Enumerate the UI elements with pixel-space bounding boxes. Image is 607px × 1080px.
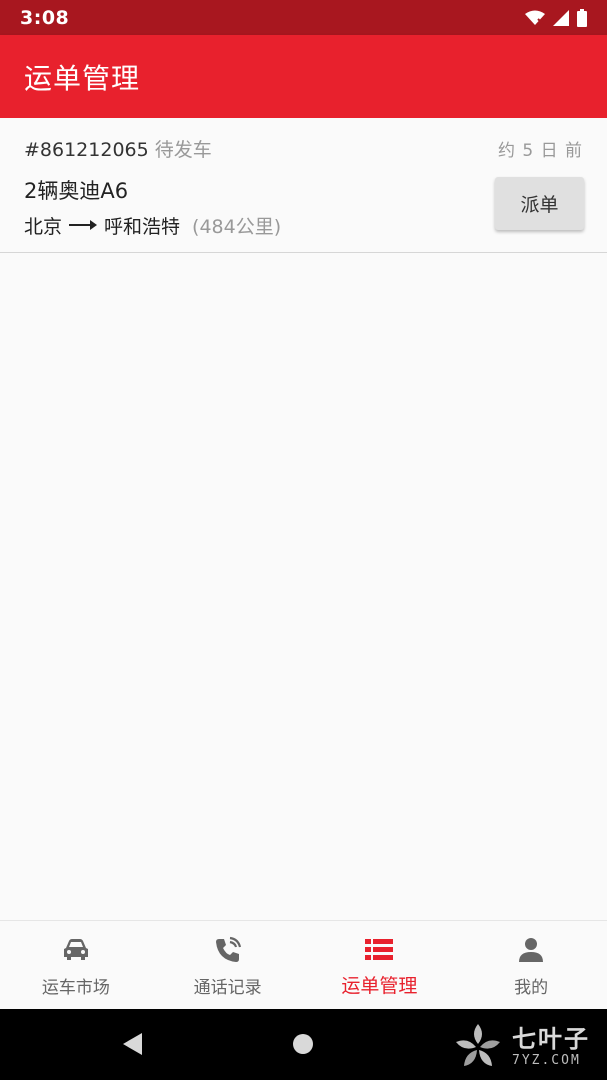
list-icon: [364, 935, 394, 965]
nav-item-call-log[interactable]: 通话记录: [152, 921, 304, 1009]
dispatch-button[interactable]: 派单: [495, 177, 584, 230]
watermark-sub: 7YZ.COM: [512, 1052, 581, 1068]
order-card[interactable]: #861212065 待发车 约 5 日 前 2辆奥迪A6 北京 呼和浩特 (48…: [0, 118, 607, 253]
page-title: 运单管理: [24, 61, 141, 95]
order-header-row: #861212065 待发车 约 5 日 前: [24, 135, 583, 162]
watermark: 七叶子 7YZ.COM: [452, 1017, 602, 1075]
order-id-group: #861212065 待发车: [24, 135, 212, 162]
bottom-nav: 运车市场 通话记录 运单管理 我的: [0, 920, 607, 1009]
person-icon: [516, 935, 546, 965]
watermark-main: 七叶子: [512, 1024, 590, 1053]
order-route: 北京 呼和浩特 (484公里): [24, 212, 281, 239]
order-vehicle: 2辆奥迪A6: [24, 179, 129, 203]
screen: 3:08 运单管理 #861212065 待发车 约 5 日 前 2辆奥迪A6 …: [0, 0, 607, 1080]
battery-icon: [577, 8, 587, 27]
home-icon[interactable]: [292, 1033, 314, 1059]
order-number: #861212065: [24, 139, 149, 161]
order-status: 待发车: [154, 139, 212, 161]
status-icons: [525, 8, 587, 27]
nav-item-me[interactable]: 我的: [455, 921, 607, 1009]
order-time: 约 5 日 前: [497, 141, 583, 161]
route-distance: (484公里): [192, 216, 282, 238]
nav-item-orders[interactable]: 运单管理: [304, 921, 456, 1009]
nav-label-market: 运车市场: [41, 978, 110, 998]
phone-log-icon: [213, 935, 243, 965]
route-destination: 呼和浩特: [104, 216, 181, 238]
nav-item-market[interactable]: 运车市场: [0, 921, 152, 1009]
arrow-right-icon: [68, 215, 98, 237]
nav-label-orders: 运单管理: [341, 975, 418, 997]
wifi-icon: [525, 10, 545, 26]
nav-label-me: 我的: [514, 978, 549, 998]
watermark-text: 七叶子 7YZ.COM: [512, 1025, 590, 1068]
back-icon[interactable]: [122, 1032, 144, 1060]
nav-label-call-log: 通话记录: [193, 978, 262, 998]
car-icon: [61, 935, 91, 965]
app-bar: 运单管理: [0, 35, 607, 118]
leaf-logo-icon: [452, 1020, 504, 1072]
status-time: 3:08: [20, 6, 70, 29]
status-bar: 3:08: [0, 0, 607, 35]
route-origin: 北京: [24, 216, 63, 238]
cell-signal-icon: [553, 9, 569, 26]
system-nav-bar: 七叶子 7YZ.COM: [0, 1009, 607, 1080]
